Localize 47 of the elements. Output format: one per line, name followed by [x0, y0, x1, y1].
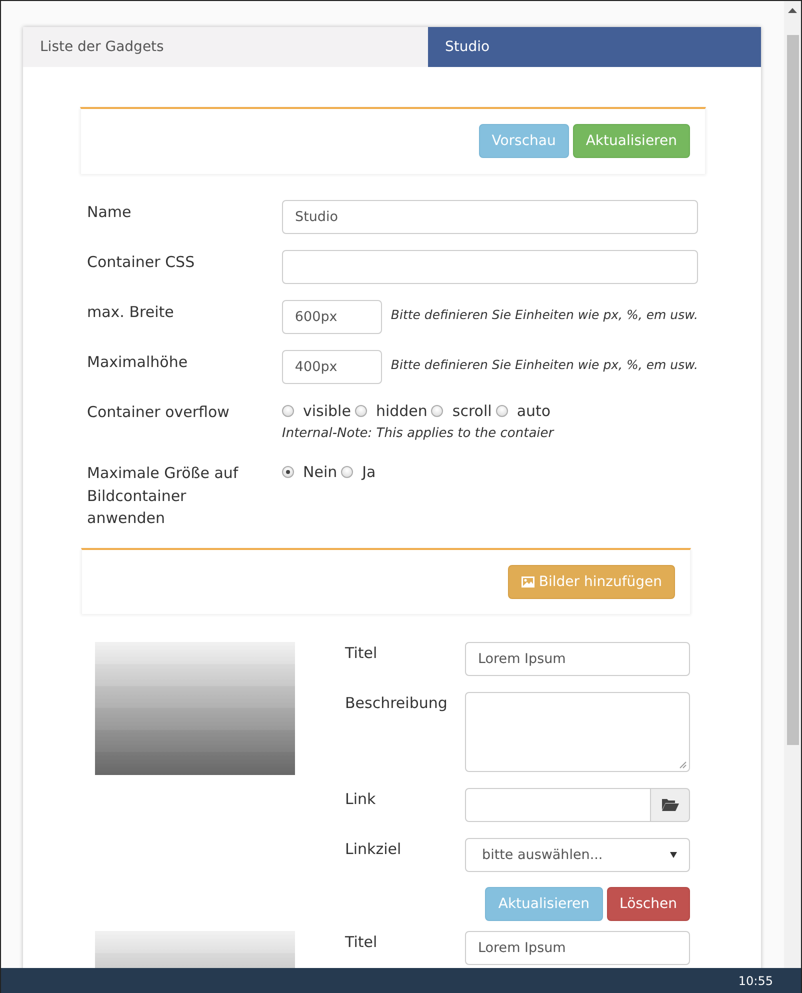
text-field[interactable]: Lorem Ipsum	[465, 930, 690, 964]
radio-label[interactable]: hidden	[376, 400, 428, 422]
hint-text: Bitte definieren Sie Einheiten wie px, %, em usw.	[390, 356, 698, 374]
folder-icon	[662, 798, 678, 811]
scroll-up-icon[interactable]	[788, 8, 797, 13]
field-label: Maximale Größe auf Bildcontainer anwenden	[87, 463, 240, 529]
text-field[interactable]: 600px	[282, 300, 382, 334]
field-label: Name	[87, 202, 132, 223]
radio-button[interactable]	[341, 466, 354, 478]
tab[interactable]: Studio	[428, 27, 761, 67]
hint-text: Bitte definieren Sie Einheiten wie px, %, em usw.	[390, 306, 698, 324]
radio-button[interactable]	[354, 405, 367, 418]
field-label: Link	[345, 788, 377, 810]
text-field[interactable]: Lorem Ipsum	[465, 642, 690, 676]
scrollbar[interactable]	[784, 1, 801, 969]
radio-label[interactable]: Nein	[303, 461, 338, 484]
field-label: Titel	[345, 642, 378, 664]
field-label: Container overflow	[87, 402, 230, 423]
text-field[interactable]: Studio	[282, 200, 698, 234]
link-field[interactable]	[465, 788, 651, 822]
clock-text: 10:55	[738, 973, 773, 990]
radio-button[interactable]	[431, 405, 444, 418]
field-label: Container CSS	[87, 252, 196, 273]
text-field[interactable]: 400px	[282, 350, 382, 384]
tab[interactable]: Liste der Gadgets	[23, 27, 428, 67]
radio-label[interactable]: auto	[516, 400, 551, 422]
caret-icon	[670, 852, 677, 858]
resize-grip-icon[interactable]	[679, 760, 687, 768]
field-label: Maximalhöhe	[87, 352, 189, 373]
select-field[interactable]: bitte auswählen...	[465, 838, 690, 872]
delete-button[interactable]: Löschen	[606, 886, 690, 920]
text-field[interactable]	[282, 250, 698, 284]
browse-button[interactable]	[651, 788, 690, 822]
radio-label[interactable]: scroll	[452, 400, 492, 422]
field-label: Linkziel	[345, 838, 402, 860]
scroll-thumb[interactable]	[787, 35, 799, 745]
radio-button[interactable]	[282, 466, 294, 478]
field-label: Beschreibung	[345, 692, 448, 714]
radio-button[interactable]	[282, 405, 294, 418]
radio-label[interactable]: Ja	[362, 461, 376, 484]
image-icon	[520, 576, 535, 588]
radio-label[interactable]: visible	[303, 400, 351, 422]
note-text: Internal-Note: This applies to the contaier	[282, 424, 555, 442]
field-label: max. Breite	[87, 302, 175, 323]
text-area[interactable]	[465, 692, 690, 772]
radio-button[interactable]	[496, 405, 508, 418]
field-label: Titel	[345, 932, 378, 952]
